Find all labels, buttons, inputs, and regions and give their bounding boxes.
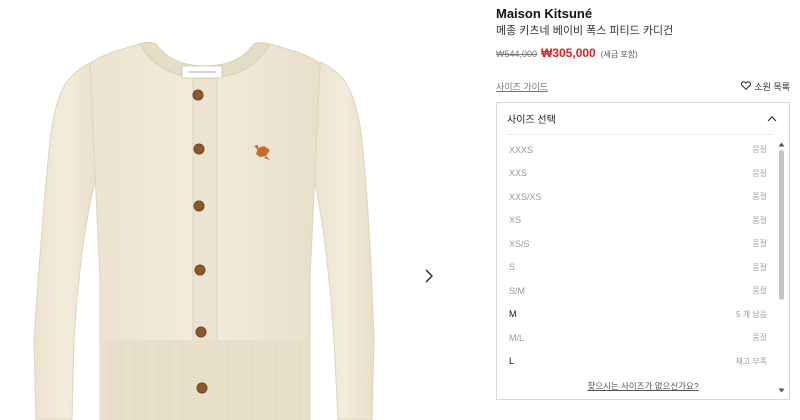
stock-status: 품절 (752, 215, 767, 225)
cardigan-illustration (33, 42, 375, 420)
size-select-title: 사이즈 선택 (507, 114, 556, 126)
dropdown-scrollbar[interactable] (778, 141, 785, 393)
size-label: S (509, 262, 516, 273)
size-option-s-m[interactable]: S/M 품절 (497, 279, 777, 303)
stock-status: 품절 (752, 192, 767, 202)
size-select-dropdown[interactable]: 사이즈 선택 XXXS 품절 XXS 품절 XXS/XS 품절 XS 품절 XS… (496, 102, 790, 400)
size-option-xs[interactable]: XS 품절 (497, 209, 777, 233)
size-label: M/L (509, 332, 525, 343)
size-label: XS/S (509, 238, 530, 249)
size-option-s[interactable]: S 품절 (497, 256, 777, 280)
product-info-panel: Maison Kitsuné 메종 키츠네 베이비 폭스 피티드 카디건 ₩54… (496, 0, 796, 420)
size-option-l[interactable]: L 재고 부족 (497, 350, 777, 374)
stock-status: 품절 (752, 333, 767, 343)
size-select-header[interactable]: 사이즈 선택 (497, 103, 789, 133)
product-image (0, 0, 410, 420)
stock-status: 품절 (752, 239, 767, 249)
dropdown-divider (507, 134, 773, 135)
heart-icon (741, 81, 754, 92)
stock-status: 품절 (752, 168, 767, 178)
chevron-up-icon (767, 109, 777, 127)
stock-status: 5 개 남음 (736, 309, 767, 319)
size-label: XXS (509, 168, 528, 179)
wishlist-button[interactable]: 소원 목록 (741, 80, 790, 93)
size-label: XXS/XS (509, 191, 542, 202)
size-option-xxxs[interactable]: XXXS 품절 (497, 138, 777, 162)
size-option-xxs-xs[interactable]: XXS/XS 품절 (497, 185, 777, 209)
carousel-next-button[interactable] (418, 264, 440, 292)
scroll-thumb[interactable] (779, 150, 784, 300)
stock-status: 품절 (752, 145, 767, 155)
size-option-m-l[interactable]: M/L 품절 (497, 326, 777, 350)
sale-price: ₩305,000 (541, 46, 596, 60)
size-option-xs-s[interactable]: XS/S 품절 (497, 232, 777, 256)
size-guide-link[interactable]: 사이즈 가이드 (496, 80, 548, 93)
brand-name: Maison Kitsuné (496, 6, 593, 21)
stock-status: 품절 (752, 286, 767, 296)
wishlist-label: 소원 목록 (754, 82, 790, 92)
size-label: M (509, 309, 517, 320)
size-option-xxs[interactable]: XXS 품절 (497, 162, 777, 186)
chevron-right-icon (424, 268, 434, 288)
scroll-up-arrow-icon[interactable] (778, 141, 785, 147)
size-label: XS (509, 215, 522, 226)
size-option-m[interactable]: M 5 개 남음 (497, 303, 777, 327)
original-price: ₩544,000 (496, 49, 538, 59)
price-row: ₩544,000 ₩305,000 (세금 포함) (496, 46, 638, 60)
size-label: L (509, 356, 515, 367)
size-option-list: XXXS 품절 XXS 품절 XXS/XS 품절 XS 품절 XS/S 품절 S… (497, 138, 777, 373)
stock-status: 재고 부족 (735, 356, 767, 366)
tax-note: (세금 포함) (600, 50, 638, 59)
size-label: XXXS (509, 144, 534, 155)
product-title: 메종 키츠네 베이비 폭스 피티드 카디건 (496, 25, 674, 37)
size-label: S/M (509, 285, 526, 296)
stock-status: 품절 (752, 262, 767, 272)
size-not-found-link[interactable]: 찾으시는 사이즈가 없으신가요? (497, 380, 789, 392)
